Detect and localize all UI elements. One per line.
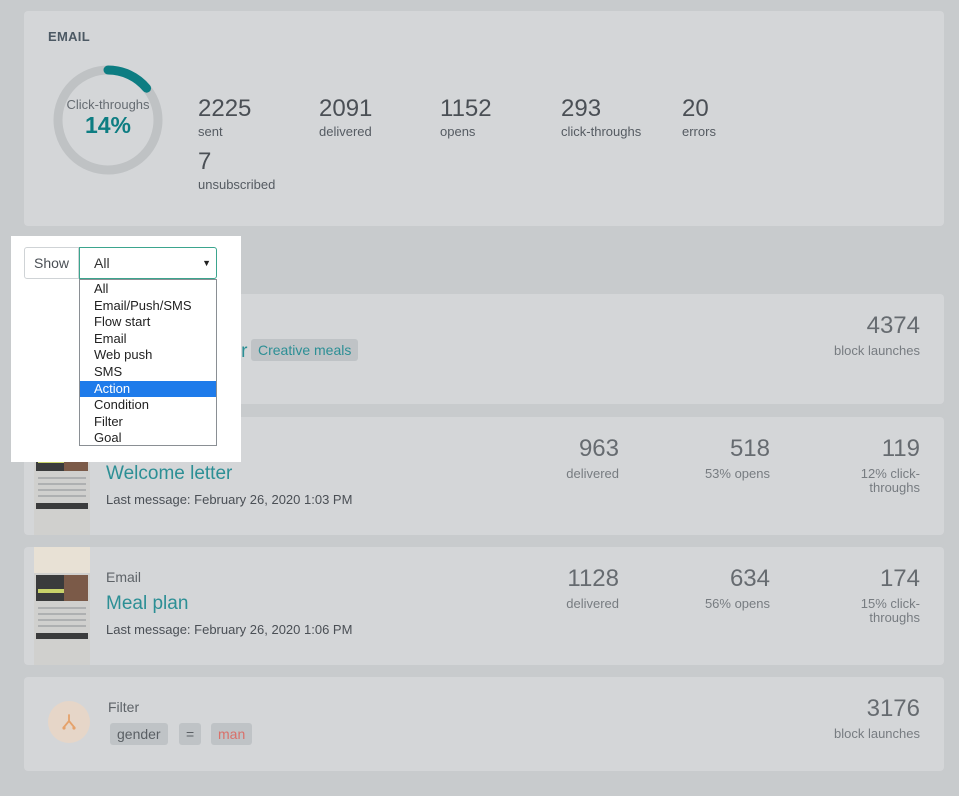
- stat-label: delivered: [319, 124, 372, 139]
- dropdown-option[interactable]: Condition: [80, 397, 216, 414]
- filter-operator: =: [179, 723, 202, 745]
- delivered-label: delivered: [566, 596, 619, 611]
- clicks-label: 12% click-: [860, 466, 920, 481]
- chevron-down-icon: ▼: [202, 258, 211, 268]
- clicks-count: 174: [879, 565, 920, 592]
- block-kind: Email: [106, 569, 142, 585]
- stat-number: 2225: [198, 95, 252, 122]
- dropdown-option[interactable]: Flow start: [80, 314, 216, 331]
- show-label: Show: [24, 247, 79, 279]
- stat-delivered: 2091 delivered: [319, 95, 372, 139]
- dropdown-option[interactable]: Goal: [80, 430, 216, 447]
- summary-title: EMAIL: [48, 29, 90, 44]
- clicks-count: 119: [881, 435, 920, 462]
- delivered-count: 963: [578, 435, 619, 462]
- filter-value: man: [211, 723, 253, 745]
- last-message: Last message: February 26, 2020 1:03 PM: [106, 492, 353, 507]
- donut-label: Click-throughs: [66, 97, 150, 112]
- clicks-label: throughs: [869, 480, 920, 495]
- email-card-meal-plan[interactable]: Email Meal plan Last message: February 2…: [24, 547, 944, 665]
- stat-errors: 20 errors: [682, 95, 716, 139]
- opens-count: 518: [729, 435, 770, 462]
- launches-label: block launches: [834, 343, 920, 358]
- stat-number: 2091: [319, 95, 373, 122]
- stat-label: sent: [198, 124, 223, 139]
- email-name[interactable]: Meal plan: [106, 593, 188, 615]
- stat-label: click-throughs: [561, 124, 642, 139]
- dropdown-option[interactable]: Email: [80, 331, 216, 348]
- launches-count: 4374: [866, 312, 920, 339]
- launches-label: block launches: [834, 726, 920, 741]
- segment-tag[interactable]: Creative meals: [251, 339, 359, 361]
- stat-sent: 2225 sent: [198, 95, 251, 139]
- stat-click-throughs: 293 click-throughs: [561, 95, 641, 139]
- stat-opens: 1152 opens: [440, 95, 492, 139]
- dropdown-option[interactable]: Email/Push/SMS: [80, 298, 216, 315]
- dropdown-option[interactable]: SMS: [80, 364, 216, 381]
- email-thumbnail: [34, 547, 90, 665]
- opens-label: 53% opens: [704, 466, 770, 481]
- launches-count: 3176: [866, 695, 920, 722]
- stat-unsubscribed: 7 unsubscribed: [198, 148, 275, 192]
- delivered-label: delivered: [566, 466, 619, 481]
- stat-number: 20: [682, 95, 709, 122]
- stat-number: 1152: [440, 95, 492, 122]
- opens-count: 634: [729, 565, 770, 592]
- donut-value: 14%: [84, 112, 132, 138]
- email-name[interactable]: Welcome letter: [106, 463, 232, 485]
- filter-card[interactable]: Filter gender = man 3176 block launches: [24, 677, 944, 771]
- opens-label: 56% opens: [704, 596, 770, 611]
- stat-label: opens: [440, 124, 476, 139]
- show-dropdown-list[interactable]: All Email/Push/SMS Flow start Email Web push…: [79, 279, 217, 446]
- delivered-count: 1128: [567, 565, 619, 592]
- dropdown-option[interactable]: All: [80, 281, 216, 298]
- clicks-label: throughs: [869, 610, 920, 625]
- stat-number: 293: [561, 95, 602, 122]
- last-message: Last message: February 26, 2020 1:06 PM: [106, 622, 353, 637]
- selected-value: All: [94, 255, 110, 271]
- stat-number: 7: [198, 148, 212, 175]
- email-summary-card: EMAIL Click-throughs 14% 2225 sent 2091 …: [24, 11, 944, 226]
- dropdown-option[interactable]: Filter: [80, 414, 216, 431]
- filter-field: gender: [110, 723, 168, 745]
- stat-label: unsubscribed: [198, 177, 276, 192]
- dropdown-option[interactable]: Action: [80, 380, 216, 398]
- dropdown-option[interactable]: Web push: [80, 347, 216, 364]
- split-icon: [48, 701, 90, 743]
- show-select[interactable]: All ▼: [79, 247, 217, 279]
- clicks-label: 15% click-: [860, 596, 920, 611]
- stat-label: errors: [682, 124, 716, 139]
- block-kind: Filter: [108, 699, 140, 715]
